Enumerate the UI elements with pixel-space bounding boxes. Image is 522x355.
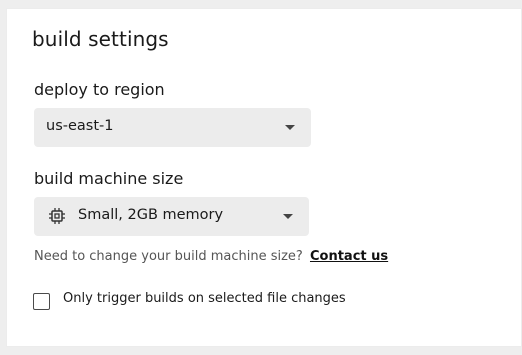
file-changes-checkbox-label[interactable]: Only trigger builds on selected file cha… bbox=[63, 291, 346, 306]
contact-us-link[interactable]: Contact us bbox=[310, 249, 388, 264]
region-label: deploy to region bbox=[34, 80, 165, 99]
machine-size-select-value: Small, 2GB memory bbox=[78, 207, 224, 223]
cpu-chip-icon bbox=[49, 208, 65, 224]
chevron-down-icon bbox=[283, 214, 293, 219]
build-settings-card: build settings deploy to region us-east-… bbox=[6, 8, 522, 347]
region-select[interactable]: us-east-1 bbox=[34, 108, 311, 147]
chevron-down-icon bbox=[285, 125, 295, 130]
machine-size-label: build machine size bbox=[34, 169, 184, 188]
machine-size-help: Need to change your build machine size? … bbox=[34, 249, 388, 264]
machine-size-help-text: Need to change your build machine size? bbox=[34, 249, 303, 264]
file-changes-checkbox[interactable] bbox=[33, 293, 50, 310]
page-title: build settings bbox=[32, 27, 169, 51]
machine-size-select[interactable]: Small, 2GB memory bbox=[34, 197, 309, 236]
region-select-value: us-east-1 bbox=[46, 118, 114, 134]
